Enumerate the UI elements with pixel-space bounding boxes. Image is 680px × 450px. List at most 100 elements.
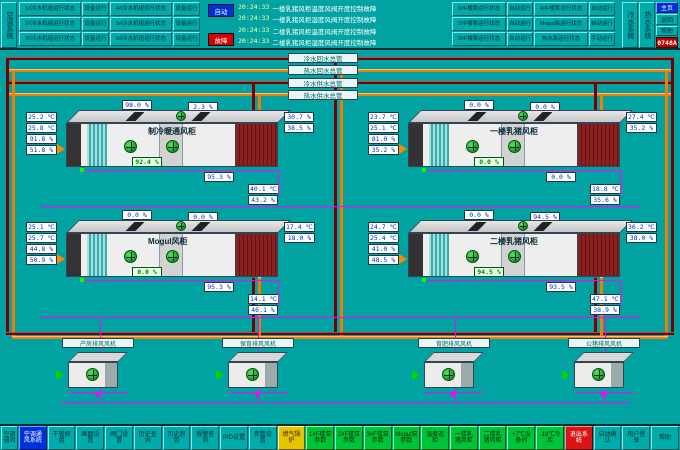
chiller-run-button[interactable]: 设备运行 xyxy=(173,32,200,46)
chiller-status-button[interactable]: 1#冷水机组运行状态 xyxy=(19,2,81,16)
toolbar-button[interactable]: 启动确认 xyxy=(594,426,622,450)
chiller-run-button[interactable]: 设备运行 xyxy=(82,32,109,46)
toolbar-button[interactable]: 用户登录 xyxy=(622,426,650,450)
signal-line xyxy=(620,170,621,196)
chiller-status-button[interactable]: 6#冷水机组运行状态 xyxy=(110,32,172,46)
status-indicator: 自动 xyxy=(208,4,234,17)
pump-status-button[interactable]: 热水泵运行状态 xyxy=(534,32,588,46)
fan-icon xyxy=(86,368,99,381)
chiller-run-button[interactable]: 设备运行 xyxy=(82,2,109,16)
alarm-row[interactable]: 20:24:33 二楼乳猪风柜温度风阀开度控制故障 xyxy=(238,26,450,36)
airflow-arrow-icon xyxy=(56,370,64,380)
ahu-graphic: 24.7 ℃ 25.4 ℃ 41.0 % 48.5 % 0.0 % 94.5 %… xyxy=(368,210,668,320)
temp-readout: 25.1 ℃ xyxy=(26,222,57,232)
pump-status-button[interactable]: 1#F楼泵运行状态 xyxy=(452,2,506,16)
signal-arrow-icon xyxy=(450,393,456,398)
exhaust-fan-graphic: 育肥排风风机 xyxy=(408,338,508,402)
pump-run-button[interactable]: 自动运行 xyxy=(507,17,533,31)
chiller-status-button[interactable]: 2#冷水机组运行状态 xyxy=(19,17,81,31)
valve-opening-readout: 0.0 % xyxy=(132,267,162,277)
tab-cold-water-system[interactable]: 冷水系统 xyxy=(622,2,638,48)
fan-outlet-section xyxy=(265,363,277,387)
tab-hot-water-system[interactable]: 热水系统 xyxy=(639,2,655,48)
alarm-row[interactable]: 20:24:33 一楼乳猪风柜湿度风阀开度控制故障 xyxy=(238,14,450,24)
pump-status-button[interactable]: 3#F楼泵运行状态 xyxy=(452,32,506,46)
exhaust-fan-2: 保育排风风机 xyxy=(212,338,312,402)
pump-status-button[interactable]: 4#F楼泵运行状态 xyxy=(534,2,588,16)
heating-coil-section xyxy=(235,124,277,166)
bottom-toolbar: 空调通风 空调通风系统 干管阀组 画面设置 阀门设置 历史查询 历史趋势 报警查… xyxy=(0,424,680,450)
toolbar-button[interactable]: 历史趋势 xyxy=(163,426,191,450)
chiller-run-button[interactable]: 设备运行 xyxy=(173,17,200,31)
toolbar-button[interactable]: PID设置 xyxy=(220,426,248,450)
pump-run-button[interactable]: 自动运行 xyxy=(507,2,533,16)
ahu-name: 二楼乳猪风柜 xyxy=(490,237,538,246)
chiller-status-grid: 1#冷水机组运行状态 设备运行 4#冷水机组运行状态 设备运行 2#冷水机组运行… xyxy=(19,2,200,46)
toolbar-button[interactable]: 2#F楼泵参数 xyxy=(335,426,363,450)
toolbar-button[interactable]: 退出系统 xyxy=(565,426,593,450)
sensor-dot xyxy=(422,168,426,172)
pipe-label-cold-supply: 冷水供水总管 xyxy=(288,78,358,88)
toolbar-button[interactable]: 3#F楼泵参数 xyxy=(364,426,392,450)
humidity-readout: 51.8 % xyxy=(26,145,57,155)
return-air-readout: 27.4 ℃ xyxy=(626,112,657,122)
help-button[interactable]: 帮助 xyxy=(656,26,678,37)
filter-section xyxy=(87,234,107,276)
ahu-name: Mogul风柜 xyxy=(148,237,188,246)
pump-run-button[interactable]: 自动运行 xyxy=(589,17,615,31)
toolbar-button[interactable]: 参数设置 xyxy=(249,426,277,450)
back-button[interactable]: 返回 xyxy=(656,14,678,25)
scada-screen: 空调系统 1#冷水机组运行状态 设备运行 4#冷水机组运行状态 设备运行 2#冷… xyxy=(0,0,680,450)
outlet-temp-readout: 40.1 ℃ xyxy=(248,184,279,194)
fan-speed-readout: 93.5 % xyxy=(546,282,576,292)
intake-opening xyxy=(67,234,81,276)
outlet-temp-readout: 47.1 ℃ xyxy=(590,294,621,304)
toolbar-button[interactable]: +7℃设备间 xyxy=(507,426,535,450)
fan-icon xyxy=(442,368,455,381)
mode-indicators: 自动 故障 xyxy=(208,4,234,46)
toolbar-button[interactable]: 历史查询 xyxy=(134,426,162,450)
alarm-row[interactable]: 20:24:33 一楼乳猪风柜温度风阀开度控制故障 xyxy=(238,3,450,13)
alarm-time: 20:24:33 xyxy=(238,14,269,24)
return-air-readout: 36.2 ℃ xyxy=(626,222,657,232)
tab-hvac-system[interactable]: 空调系统 xyxy=(1,2,17,48)
toolbar-button[interactable]: -18℃冷库 xyxy=(536,426,564,450)
exhaust-fan-graphic: 公猪排风风机 xyxy=(558,338,658,402)
chiller-status-button[interactable]: 4#冷水机组运行状态 xyxy=(110,2,172,16)
signal-arrow-icon xyxy=(254,393,260,398)
toolbar-button[interactable]: 干管阀组 xyxy=(48,426,76,450)
toolbar-button[interactable]: 阀门设置 xyxy=(105,426,133,450)
home-button[interactable]: 主页 xyxy=(656,2,678,13)
toolbar-button[interactable]: 一楼乳猪风柜 xyxy=(450,426,478,450)
chiller-run-button[interactable]: 设备运行 xyxy=(82,17,109,31)
chiller-run-button[interactable]: 设备运行 xyxy=(173,2,200,16)
pump-run-button[interactable]: 自动运行 xyxy=(507,32,533,46)
chiller-status-button[interactable]: 3#冷水机组运行状态 xyxy=(19,32,81,46)
chiller-status-button[interactable]: 5#冷水机组运行状态 xyxy=(110,17,172,31)
toolbar-button[interactable]: 画面设置 xyxy=(76,426,104,450)
fan-icon xyxy=(466,140,479,153)
outlet-temp-readout: 14.1 ℃ xyxy=(248,294,279,304)
toolbar-button[interactable]: 1#F楼泵参数 xyxy=(306,426,334,450)
tab-hvac-ventilation[interactable]: 空调通风 xyxy=(1,426,18,450)
pump-run-button[interactable]: 自动运行 xyxy=(589,2,615,16)
signal-arrow-icon xyxy=(600,393,606,398)
toolbar-button[interactable]: 温度巡检 xyxy=(421,426,449,450)
alarm-time: 20:24:33 xyxy=(238,26,269,36)
signal-line xyxy=(426,280,620,281)
pump-status-button[interactable]: 2#F楼泵运行状态 xyxy=(452,17,506,31)
alarm-row[interactable]: 20:24:33 二楼乳猪风柜湿度风阀开度控制故障 xyxy=(238,37,450,47)
pump-status-button[interactable]: Mogul泵运行状态 xyxy=(534,17,588,31)
toolbar-button[interactable]: 空调通风系统 xyxy=(19,426,47,450)
toolbar-button[interactable]: 二楼乳猪风柜 xyxy=(479,426,507,450)
temp-readout: 25.4 ℃ xyxy=(368,233,399,243)
toolbar-button[interactable]: 帮助 xyxy=(651,426,679,450)
humidity-readout: 48.5 % xyxy=(368,255,399,265)
pump-run-button[interactable]: 手动运行 xyxy=(589,32,615,46)
exhaust-fan-name: 育肥排风风机 xyxy=(418,338,490,348)
supply-air-arrow-icon xyxy=(399,144,407,154)
toolbar-button[interactable]: Mogul泵参数 xyxy=(393,426,421,450)
toolbar-button[interactable]: 报警查询 xyxy=(191,426,219,450)
toolbar-button[interactable]: 燃气锅炉 xyxy=(278,426,306,450)
fan-roof xyxy=(68,352,128,362)
